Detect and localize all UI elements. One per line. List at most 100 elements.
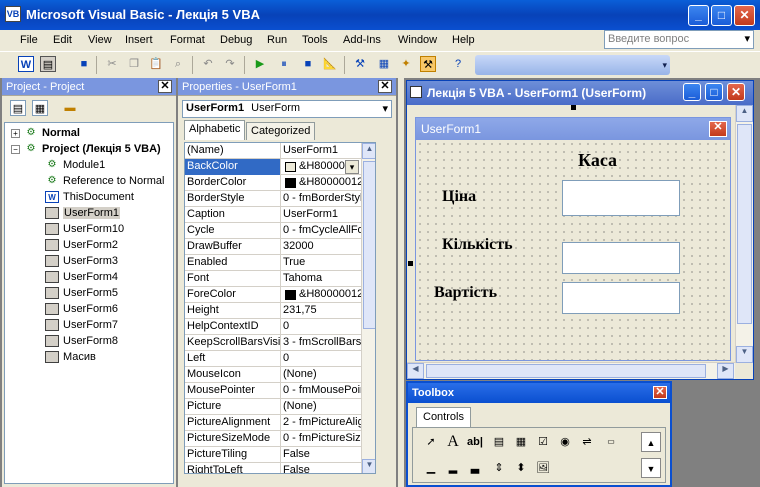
scroll-thumb[interactable] <box>426 364 706 378</box>
project-panel-close-button[interactable]: ✕ <box>158 80 172 93</box>
tree-node-userform1[interactable]: UserForm1 <box>45 205 121 221</box>
property-value[interactable]: &H80000012& <box>299 175 361 191</box>
object-browser-icon[interactable]: ✦ <box>398 56 414 72</box>
property-row[interactable]: Cycle 0 - fmCycleAllForm <box>185 223 375 239</box>
pointer-tool-icon[interactable]: ➚ <box>421 432 441 452</box>
userform[interactable]: UserForm1 ✕ Каса Ціна Кількість Вартість <box>415 117 731 361</box>
view-code-icon[interactable]: ▤ <box>10 100 26 116</box>
scroll-left-button[interactable]: ◀ <box>407 363 424 379</box>
scroll-right-button[interactable]: ▶ <box>717 363 734 379</box>
menu-debug[interactable]: Debug <box>220 34 252 46</box>
tree-node-reference[interactable]: ⚙ Reference to Normal <box>45 173 165 189</box>
textbox-tool-icon[interactable]: ab| <box>465 432 485 452</box>
collapse-icon[interactable]: − <box>11 145 20 154</box>
scroll-thumb[interactable] <box>737 124 752 324</box>
label-tool-icon[interactable]: A <box>443 432 463 452</box>
toggle-folders-icon[interactable]: ▬ <box>62 100 78 116</box>
panel-splitter[interactable] <box>398 78 404 487</box>
property-row[interactable]: PictureTiling False <box>185 447 375 463</box>
tab-categorized[interactable]: Categorized <box>246 122 316 140</box>
property-row[interactable]: Caption UserForm1 <box>185 207 375 223</box>
expand-icon[interactable]: + <box>11 129 20 138</box>
designer-horizontal-scrollbar[interactable]: ◀ ▶ <box>407 362 735 379</box>
property-row[interactable]: BorderStyle 0 - fmBorderStyleN <box>185 191 375 207</box>
design-mode-icon[interactable]: 📐 <box>322 56 338 72</box>
userform-design-surface[interactable]: Каса Ціна Кількість Вартість <box>416 140 730 360</box>
tree-node-module1[interactable]: ⚙ Module1 <box>45 157 106 173</box>
undo-icon[interactable]: ↶ <box>200 56 216 72</box>
properties-window-icon[interactable]: ▦ <box>376 56 392 72</box>
scroll-up-button[interactable]: ▲ <box>362 143 375 159</box>
designer-minimize-button[interactable]: _ <box>683 83 701 101</box>
property-row[interactable]: Enabled True <box>185 255 375 271</box>
property-row[interactable]: Height 231,75 <box>185 303 375 319</box>
maximize-button[interactable]: □ <box>711 5 732 26</box>
property-row[interactable]: KeepScrollBarsVisible3 - fmScrollBarsBo <box>185 335 375 351</box>
scroll-down-button[interactable]: ▼ <box>362 459 375 473</box>
multipage-tool-icon[interactable]: ▃ <box>465 458 485 478</box>
scroll-up-button[interactable]: ▲ <box>641 432 661 452</box>
tree-node-userform2[interactable]: UserForm2 <box>45 237 118 253</box>
property-row[interactable]: MouseIcon (None) <box>185 367 375 383</box>
commandbutton-tool-icon[interactable]: ▁ <box>421 458 441 478</box>
tree-node-masyv[interactable]: Масив <box>45 349 96 365</box>
tree-node-userform3[interactable]: UserForm3 <box>45 253 118 269</box>
copy-icon[interactable]: ❐ <box>126 56 142 72</box>
insert-form-icon[interactable]: ▤ <box>40 56 56 72</box>
scroll-up-button[interactable]: ▲ <box>736 105 753 122</box>
property-row[interactable]: DrawBuffer 32000 <box>185 239 375 255</box>
close-button[interactable]: ✕ <box>734 5 755 26</box>
tree-node-userform5[interactable]: UserForm5 <box>45 285 118 301</box>
listbox-tool-icon[interactable]: ▦ <box>511 432 531 452</box>
total-label[interactable]: Вартість <box>434 284 497 302</box>
price-textbox[interactable] <box>562 180 680 216</box>
menu-tools[interactable]: Tools <box>302 34 328 46</box>
spinbutton-tool-icon[interactable]: ⬍ <box>511 458 531 478</box>
price-label[interactable]: Ціна <box>442 188 476 206</box>
toolbox-icon[interactable]: ⚒ <box>420 56 436 72</box>
chevron-down-icon[interactable]: ▾ <box>345 160 359 174</box>
designer-close-button[interactable]: ✕ <box>727 83 745 101</box>
tab-alphabetic[interactable]: Alphabetic <box>184 120 246 140</box>
checkbox-tool-icon[interactable]: ☑ <box>533 432 553 452</box>
tree-node-userform8[interactable]: UserForm8 <box>45 333 118 349</box>
property-row[interactable]: HelpContextID 0 <box>185 319 375 335</box>
project-explorer-icon[interactable]: ⚒ <box>352 56 368 72</box>
designer-vertical-scrollbar[interactable]: ▲ ▼ <box>735 105 753 363</box>
property-row[interactable]: Font Tahoma <box>185 271 375 287</box>
pause-icon[interactable]: ⏸ <box>276 56 292 72</box>
resize-handle[interactable] <box>408 261 413 266</box>
menu-format[interactable]: Format <box>170 34 205 46</box>
cut-icon[interactable]: ✂ <box>104 56 120 72</box>
tabstrip-tool-icon[interactable]: ▂ <box>443 458 463 478</box>
property-row[interactable]: ForeColor&H80000012& <box>185 287 375 303</box>
property-row[interactable]: PictureSizeMode 0 - fmPictureSizeM <box>185 431 375 447</box>
designer-maximize-button[interactable]: □ <box>705 83 723 101</box>
properties-scrollbar[interactable]: ▲ ▼ <box>361 143 375 473</box>
togglebutton-tool-icon[interactable]: ⇌ <box>577 432 597 452</box>
menu-file[interactable]: File <box>20 34 38 46</box>
word-icon[interactable]: W <box>18 56 34 72</box>
property-row[interactable]: PictureAlignment 2 - fmPictureAlignm <box>185 415 375 431</box>
resize-handle[interactable] <box>571 105 576 110</box>
tree-node-userform6[interactable]: UserForm6 <box>45 301 118 317</box>
tab-controls[interactable]: Controls <box>416 407 471 427</box>
menu-addins[interactable]: Add-Ins <box>343 34 381 46</box>
help-icon[interactable]: ? <box>450 56 466 72</box>
property-row[interactable]: Picture (None) <box>185 399 375 415</box>
menu-edit[interactable]: Edit <box>53 34 72 46</box>
image-tool-icon[interactable]: 🖼 <box>533 458 553 478</box>
reset-icon[interactable]: ■ <box>300 56 316 72</box>
tree-node-userform7[interactable]: UserForm7 <box>45 317 118 333</box>
toolbar-overflow-bar[interactable]: ▾ <box>475 55 670 75</box>
property-row[interactable]: RightToLeft False <box>185 463 375 473</box>
menu-insert[interactable]: Insert <box>125 34 153 46</box>
menu-window[interactable]: Window <box>398 34 437 46</box>
toolbox-close-button[interactable]: ✕ <box>653 386 667 399</box>
tree-node-userform4[interactable]: UserForm4 <box>45 269 118 285</box>
tree-node-normal[interactable]: + ⚙ Normal <box>11 125 80 141</box>
combobox-tool-icon[interactable]: ▤ <box>489 432 509 452</box>
tree-node-userform10[interactable]: UserForm10 <box>45 221 124 237</box>
view-object-icon[interactable]: ▦ <box>32 100 48 116</box>
property-row[interactable]: Left 0 <box>185 351 375 367</box>
